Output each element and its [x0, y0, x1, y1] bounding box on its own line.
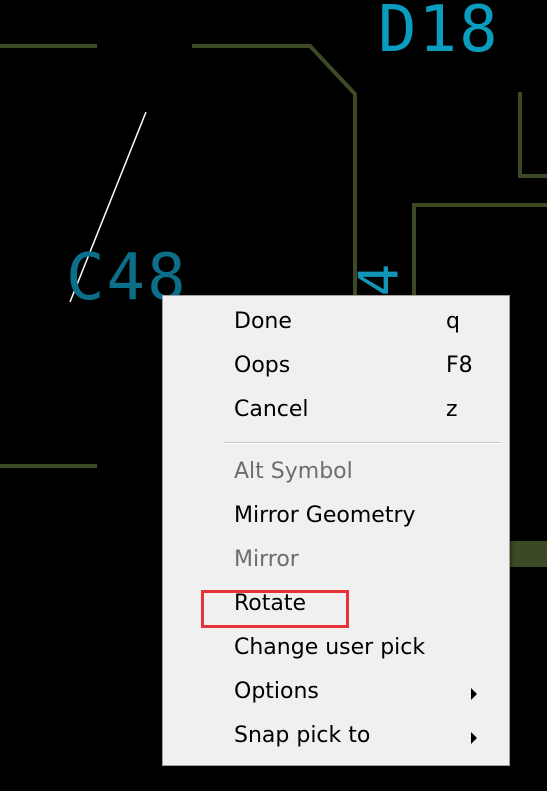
menu-item-shortcut: q [446, 309, 460, 334]
menu-item-label: Snap pick to [234, 723, 371, 748]
menu-item-label: Options [234, 679, 319, 704]
menu-item-mirror-geometry[interactable]: Mirror Geometry [163, 495, 509, 537]
menu-item-snap-pick-to[interactable]: Snap pick to [163, 715, 509, 757]
refdes-d18: D18 [378, 0, 500, 67]
menu-item-shortcut: F8 [446, 353, 473, 378]
menu-item-oops[interactable]: Oops F8 [163, 345, 509, 387]
trace-segment [518, 92, 547, 178]
menu-separator [225, 442, 501, 444]
trace-segment [412, 203, 547, 300]
context-menu[interactable]: Done q Oops F8 Cancel z Alt Symbol Mirro… [162, 295, 510, 766]
menu-item-label: Oops [234, 353, 291, 378]
menu-item-cancel[interactable]: Cancel z [163, 389, 509, 431]
menu-item-label: Mirror [234, 547, 299, 572]
menu-item-done[interactable]: Done q [163, 301, 509, 343]
pin-number-label: 4 [347, 261, 411, 297]
trace-segment [192, 44, 357, 300]
menu-item-shortcut: z [446, 397, 458, 422]
submenu-arrow-icon [471, 688, 477, 700]
menu-item-label: Cancel [234, 397, 309, 422]
menu-item-label: Mirror Geometry [234, 503, 416, 528]
menu-item-change-user-pick[interactable]: Change user pick [163, 627, 509, 669]
menu-item-mirror: Mirror [163, 539, 509, 581]
menu-item-label: Alt Symbol [234, 459, 353, 484]
menu-item-alt-symbol: Alt Symbol [163, 451, 509, 493]
menu-item-options[interactable]: Options [163, 671, 509, 713]
menu-item-label: Change user pick [234, 635, 426, 660]
menu-item-label: Done [234, 309, 292, 334]
submenu-arrow-icon [471, 732, 477, 744]
rotate-highlight-box [201, 590, 349, 628]
